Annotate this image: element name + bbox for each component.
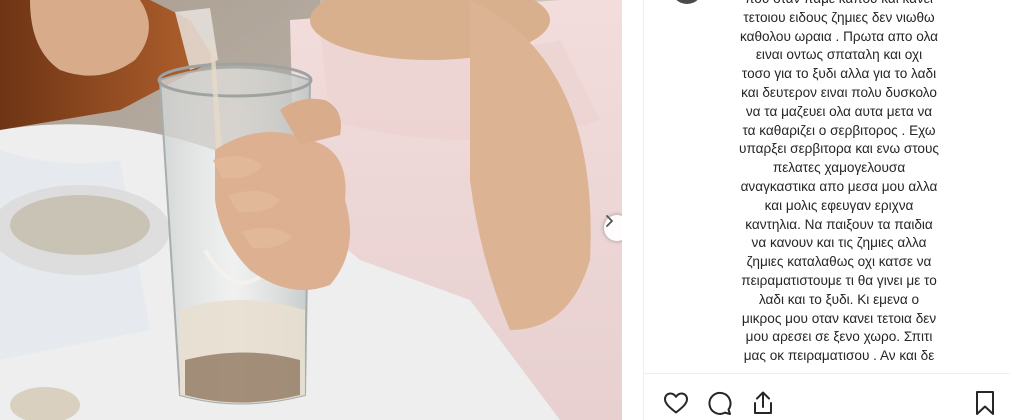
comment-line: τετοιου ειδους ζημιες δεν νιωθω xyxy=(743,9,935,25)
comment-line: να τα μαζευει ολα αυτα μετα να xyxy=(745,103,933,119)
post-side-panel: που οταν παμε καπου και κανει τετοιου ει… xyxy=(643,0,1010,420)
comment-line: που οταν παμε καπου και κανει xyxy=(699,0,979,9)
photo-illustration xyxy=(0,0,622,420)
actions-divider xyxy=(644,373,1010,374)
comment-line: να κανουν και τις ζημιες αλλα xyxy=(751,235,927,251)
comment-line: πελατες χαμογελουσα xyxy=(772,160,906,176)
heart-icon xyxy=(664,392,688,414)
comment-line: και δευτερον ειναι πολυ δυσκολο xyxy=(741,84,937,100)
comment-line: ειναι οντως σπαταλη και οχι xyxy=(755,47,923,63)
share-button[interactable] xyxy=(748,388,778,418)
comment-line: καντηλια. Να παιξουν τα παιδια xyxy=(745,216,933,232)
save-button[interactable] xyxy=(970,388,1000,418)
comment-button[interactable] xyxy=(704,388,734,418)
action-bar xyxy=(644,382,1010,420)
comment-line: λαδι και το ξυδι. Κι εμενα ο xyxy=(758,291,920,307)
like-button[interactable] xyxy=(661,388,691,418)
comment-line: πειραματιστουμε τι θα γινει με το xyxy=(741,272,937,288)
share-icon xyxy=(754,391,772,414)
comment-line: τοσο για το ξυδι αλλα για το λαδι xyxy=(741,66,937,82)
comment-text: που οταν παμε καπου και κανει τετοιου ει… xyxy=(699,0,979,366)
comment-line: καθολου ωραια . Πρωτα απο ολα xyxy=(739,28,939,44)
comment-bubble-icon xyxy=(708,391,732,415)
comment-line: μικρος μου οταν κανει τετοια δεν xyxy=(741,310,937,326)
comment-line: τα καθαριζει ο σερβιτορος . Εχω xyxy=(742,122,936,138)
comment-line: μου αρεσει σε ξενο χωρο. Σπιτι xyxy=(745,329,933,345)
bookmark-icon xyxy=(976,391,994,415)
post-photo[interactable] xyxy=(0,0,622,420)
comment-line: υπαρξει σερβιτορα και ενω στους xyxy=(739,141,939,157)
comment-line: και μολις εφευγαν εριχνα xyxy=(764,197,914,213)
chevron-right-icon xyxy=(606,215,613,227)
comment-line: αναγκαστικα απο μεσα μου αλλα xyxy=(740,178,938,194)
comment-line: ζημιες καταλαθως οχι κατσε να xyxy=(746,254,932,270)
comment-line: μας οκ πειραματισου . Αν και δε xyxy=(743,348,935,364)
